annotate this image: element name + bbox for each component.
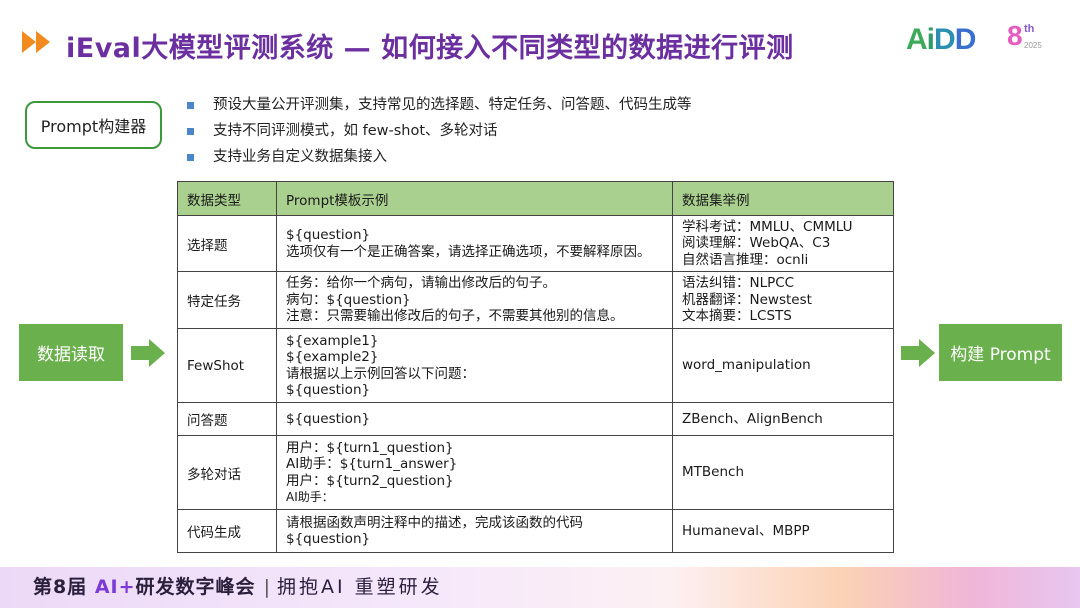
footer-separator: |	[263, 576, 271, 598]
dataset-line: 自然语言推理：ocnli	[682, 251, 809, 268]
template-line: ${question}	[286, 531, 371, 547]
template-line: 请根据以上示例回答以下问题：	[286, 365, 475, 382]
table-row: 选择题 ${question} 选项仅有一个是正确答案，请选择正确选项，不要解释…	[177, 215, 894, 272]
event-suffix: 研发数字峰会	[135, 576, 256, 598]
template-line: ${example2}	[286, 349, 379, 365]
logo-edition: 8	[1007, 20, 1023, 51]
table-row: 特定任务 任务：给你一个病句，请输出修改后的句子。 病句：${question}…	[177, 271, 894, 329]
cell-type: FewShot	[177, 328, 277, 403]
dataset-line: 语法纠错：NLPCC	[682, 275, 795, 292]
logo-suffix: th	[1024, 23, 1035, 35]
list-item: 支持不同评测模式，如 few-shot、多轮对话	[187, 118, 692, 144]
cell-type: 选择题	[177, 215, 277, 272]
dataset-line: Humaneval、MBPP	[682, 522, 810, 539]
event-ai: AI+	[94, 576, 136, 598]
cell-type: 特定任务	[177, 271, 277, 329]
bullet-square-icon	[187, 102, 194, 109]
right-arrow-icon	[901, 339, 935, 367]
table-row: 多轮对话 用户：${turn1_question} AI助手：${turn1_a…	[177, 435, 894, 510]
data-read-box: 数据读取	[19, 324, 123, 381]
dataset-line: ZBench、AlignBench	[682, 410, 823, 427]
dataset-line: 学科考试：MMLU、CMMLU	[682, 218, 853, 235]
footer-slogan: 拥抱AI 重塑研发	[276, 576, 443, 598]
cell-template: 用户：${turn1_question} AI助手：${turn1_answer…	[276, 435, 673, 510]
bullet-square-icon	[187, 128, 194, 135]
bullet-text: 支持不同评测模式，如 few-shot、多轮对话	[213, 123, 498, 139]
aidd-logo: AiDD 8 th 2025	[906, 20, 1046, 58]
template-line: 注意：只需要输出修改后的句子，不需要其他别的信息。	[286, 308, 624, 325]
cell-type: 多轮对话	[177, 435, 277, 510]
dataset-line: word_manipulation	[682, 357, 811, 374]
cell-template: ${question} 选项仅有一个是正确答案，请选择正确选项，不要解释原因。	[276, 215, 673, 272]
cell-type: 问答题	[177, 402, 277, 436]
bullet-square-icon	[187, 154, 194, 161]
event-prefix: 第8届	[33, 576, 95, 598]
template-line: 任务：给你一个病句，请输出修改后的句子。	[286, 275, 556, 292]
dataset-line: MTBench	[682, 464, 744, 481]
template-line: 选项仅有一个是正确答案，请选择正确选项，不要解释原因。	[286, 243, 651, 260]
table-row: 代码生成 请根据函数声明注释中的描述，完成该函数的代码 ${question} …	[177, 509, 894, 553]
bullet-text: 预设大量公开评测集，支持常见的选择题、特定任务、问答题、代码生成等	[213, 97, 692, 113]
template-line: ${question}	[286, 382, 371, 398]
template-line: 请根据函数声明注释中的描述，完成该函数的代码	[286, 514, 583, 531]
cell-datasets: word_manipulation	[672, 328, 894, 403]
dataset-line: 阅读理解：WebQA、C3	[682, 235, 831, 252]
bullet-text: 支持业务自定义数据集接入	[213, 149, 387, 165]
cell-type: 代码生成	[177, 509, 277, 553]
cell-datasets: 语法纠错：NLPCC 机器翻译：Newstest 文本摘要：LCSTS	[672, 271, 894, 329]
cell-datasets: 学科考试：MMLU、CMMLU 阅读理解：WebQA、C3 自然语言推理：ocn…	[672, 215, 894, 272]
table-row: 问答题 ${question} ZBench、AlignBench	[177, 402, 894, 436]
feature-list: 预设大量公开评测集，支持常见的选择题、特定任务、问答题、代码生成等 支持不同评测…	[187, 92, 692, 170]
column-header: Prompt模板示例	[276, 181, 673, 216]
list-item: 预设大量公开评测集，支持常见的选择题、特定任务、问答题、代码生成等	[187, 92, 692, 118]
column-header: 数据类型	[177, 181, 277, 216]
cell-template: ${question}	[276, 402, 673, 436]
template-line: 病句：${question}	[286, 291, 411, 308]
list-item: 支持业务自定义数据集接入	[187, 144, 692, 170]
template-line: AI助手：${turn1_answer}	[286, 456, 458, 472]
cell-template: 任务：给你一个病句，请输出修改后的句子。 病句：${question} 注意：只…	[276, 271, 673, 329]
dataset-line: 文本摘要：LCSTS	[682, 308, 792, 325]
footer-banner: 第8届 AI+研发数字峰会 | 拥抱AI 重塑研发	[0, 567, 1080, 608]
column-header: 数据集举例	[672, 181, 894, 216]
cell-template: 请根据函数声明注释中的描述，完成该函数的代码 ${question}	[276, 509, 673, 553]
template-line: AI助手：	[286, 490, 334, 504]
dataset-line: 机器翻译：Newstest	[682, 291, 812, 308]
title-arrows-icon	[22, 31, 50, 53]
template-line: ${question}	[286, 227, 371, 243]
build-prompt-box: 构建 Prompt	[939, 324, 1062, 381]
cell-template: ${example1} ${example2} 请根据以上示例回答以下问题： $…	[276, 328, 673, 403]
prompt-builder-box: Prompt构建器	[25, 101, 162, 149]
data-type-table: 数据类型 Prompt模板示例 数据集举例 选择题 ${question} 选项…	[177, 181, 894, 553]
page-title: iEval大模型评测系统 — 如何接入不同类型的数据进行评测	[66, 33, 794, 64]
cell-datasets: Humaneval、MBPP	[672, 509, 894, 553]
cell-datasets: MTBench	[672, 435, 894, 510]
template-line: ${question}	[286, 410, 371, 427]
template-line: 用户：${turn1_question}	[286, 439, 454, 456]
table-header-row: 数据类型 Prompt模板示例 数据集举例	[177, 181, 894, 216]
logo-year: 2025	[1024, 41, 1042, 50]
template-line: ${example1}	[286, 332, 379, 349]
template-line: 用户：${turn2_question}	[286, 472, 454, 489]
right-arrow-icon	[131, 339, 165, 367]
logo-text: AiDD	[906, 23, 976, 56]
footer-event-name: 第8届 AI+研发数字峰会 | 拥抱AI 重塑研发	[33, 567, 443, 608]
cell-datasets: ZBench、AlignBench	[672, 402, 894, 436]
table-row: FewShot ${example1} ${example2} 请根据以上示例回…	[177, 328, 894, 403]
